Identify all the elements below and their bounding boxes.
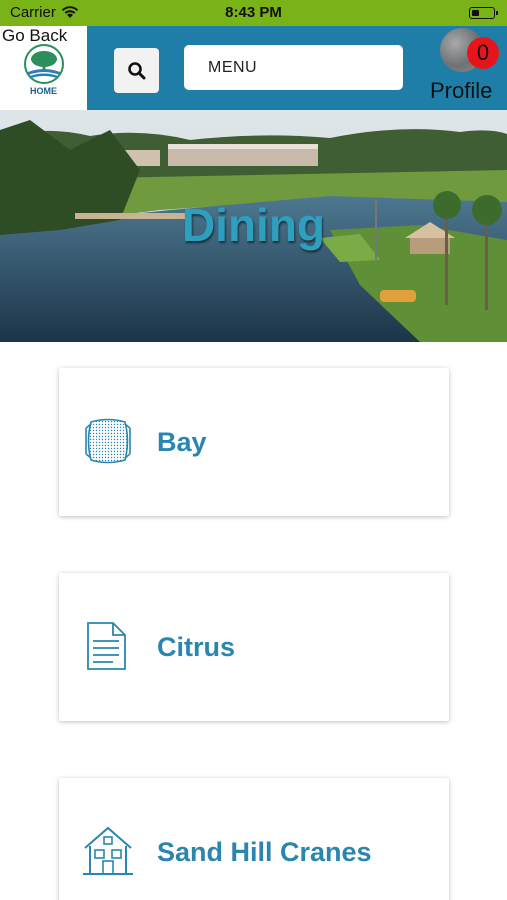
battery-icon <box>469 7 498 19</box>
status-bar: Carrier 8:43 PM <box>0 0 507 26</box>
dining-card-sand-hill-cranes[interactable]: Sand Hill Cranes <box>59 778 449 900</box>
search-button[interactable] <box>114 48 159 93</box>
search-icon <box>128 62 146 80</box>
tree-logo-icon <box>24 44 64 84</box>
dining-card-bay[interactable]: Bay <box>59 368 449 516</box>
document-icon <box>87 622 126 670</box>
house-icon <box>83 826 133 875</box>
card-label: Bay <box>157 427 207 457</box>
card-label: Sand Hill Cranes <box>157 837 372 867</box>
app-header: Go Back HOME MENU 0 Profile <box>0 26 507 110</box>
cushion-icon <box>85 418 131 464</box>
menu-button[interactable]: MENU <box>184 45 403 90</box>
notification-badge[interactable]: 0 <box>467 37 499 69</box>
status-time: 8:43 PM <box>225 4 282 21</box>
page-title: Dining <box>181 199 326 251</box>
card-label: Citrus <box>157 632 236 662</box>
hero-banner: Dining <box>0 110 507 342</box>
go-back-link[interactable]: Go Back <box>2 26 67 46</box>
home-button[interactable]: Go Back HOME <box>0 26 87 110</box>
profile-link[interactable]: Profile <box>430 78 492 104</box>
home-label: HOME <box>30 86 57 96</box>
dining-card-citrus[interactable]: Citrus <box>59 573 449 721</box>
